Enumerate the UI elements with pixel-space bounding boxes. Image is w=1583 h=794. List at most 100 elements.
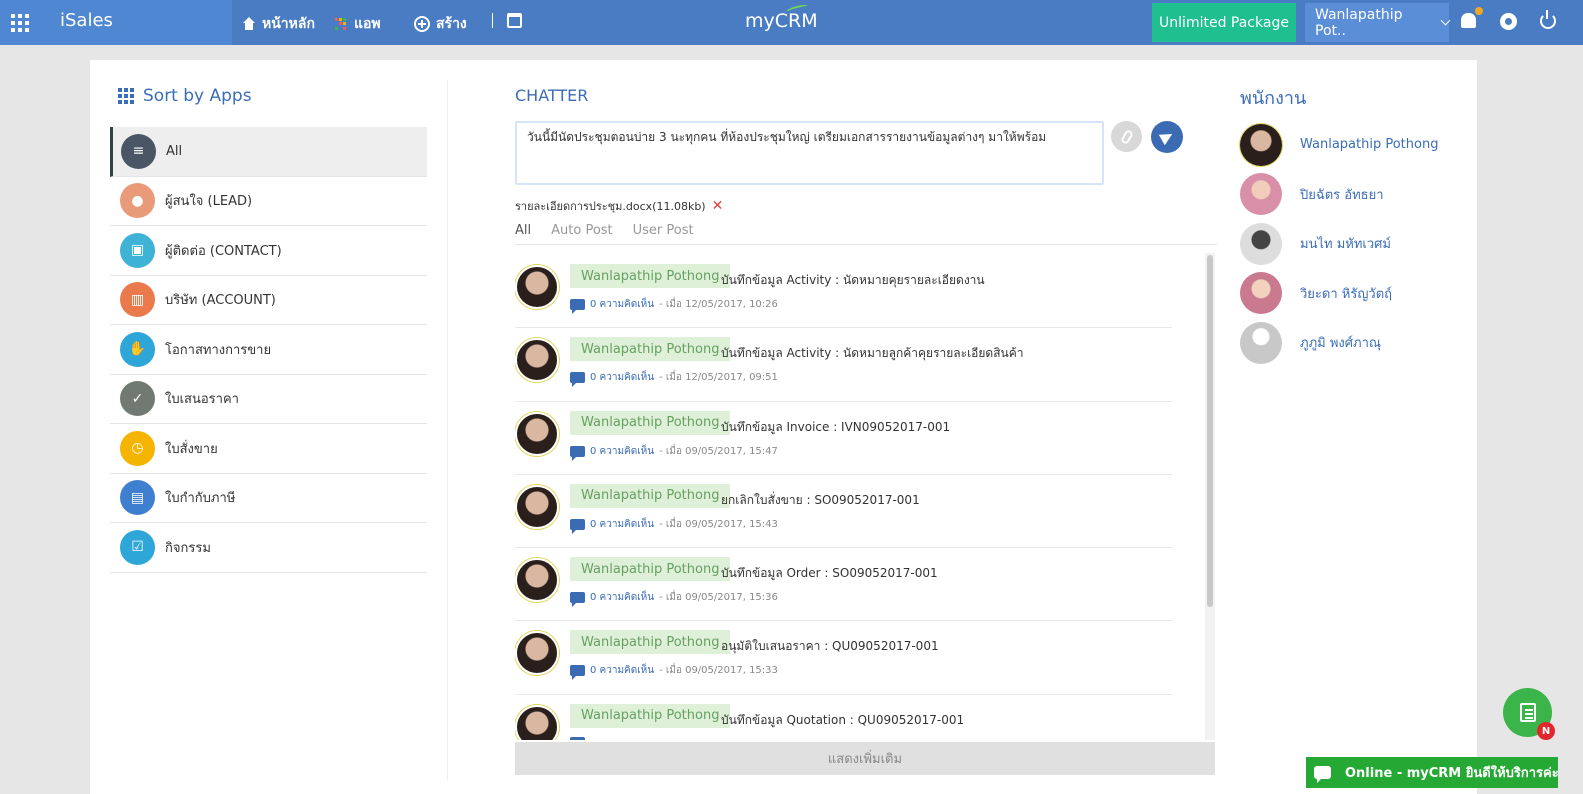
feed-text: บันทึกข้อมูล Order : SO09052017-001 xyxy=(721,566,938,581)
nav-create-label: สร้าง xyxy=(436,16,467,32)
building-icon: ▥ xyxy=(120,282,155,318)
notification-dot xyxy=(1475,7,1483,15)
author-tag[interactable]: Wanlapathip Pothong xyxy=(570,557,731,582)
invoice-icon: ▤ xyxy=(120,480,155,516)
staff-item[interactable]: ภูภูมิ พงศ์ภาณุ xyxy=(1240,318,1438,368)
attach-button[interactable] xyxy=(1111,121,1142,152)
attached-file-name: รายละเอียดการประชุม.docx(11.08kb) xyxy=(515,200,706,213)
send-button[interactable] xyxy=(1151,121,1183,153)
comment-icon xyxy=(570,665,585,681)
staff-item[interactable]: วิยะดา หิรัญวัตฤ์ xyxy=(1240,269,1438,319)
app-filter-label: ผู้สนใจ (LEAD) xyxy=(165,194,253,210)
author-tag[interactable]: Wanlapathip Pothong xyxy=(570,483,731,508)
online-chat-bar[interactable]: Online - myCRM ยินดีให้บริการค่ะ xyxy=(1306,757,1558,788)
calendar-icon xyxy=(507,13,522,28)
feed-meta: 0 ความคิดเห็น - เมื่อ 09/05/2017, 15:43 xyxy=(570,517,778,534)
feed-text: ยกเลิกใบสั่งขาย : SO09052017-001 xyxy=(721,492,920,507)
user-name: Wanlapathip Pot.. xyxy=(1315,6,1403,39)
chat-bubble-icon xyxy=(1314,766,1331,783)
app-filter-item[interactable]: ✋ โอกาสทางการขาย xyxy=(110,325,427,375)
feed-timestamp: - เมื่อ 12/05/2017, 09:51 xyxy=(659,372,778,384)
avatar[interactable] xyxy=(515,484,559,529)
attached-file: รายละเอียดการประชุม.docx(11.08kb) ✕ xyxy=(515,197,723,215)
staff-name: ปิยฉัตร อัทธยา xyxy=(1300,187,1384,203)
nav-home[interactable]: หน้าหลัก xyxy=(242,13,315,35)
scrollbar-thumb[interactable] xyxy=(1207,255,1213,607)
top-navbar: iSales หน้าหลัก แอพ สร้าง myCRM Unlimite… xyxy=(0,0,1583,45)
author-tag[interactable]: Wanlapathip Pothong xyxy=(570,337,731,362)
post-input[interactable]: วันนี้มีนัดประชุมตอนบ่าย 3 นะทุกคน ที่ห้… xyxy=(515,121,1104,185)
grid-icon xyxy=(118,88,134,104)
feed-item: Wanlapathip Pothong อนุมัติใบเสนอราคา : Q… xyxy=(515,621,1172,695)
nav-apps[interactable]: แอพ xyxy=(335,13,381,35)
sort-title-text: Sort by Apps xyxy=(143,86,252,106)
comment-count-link[interactable]: 0 ความคิดเห็น xyxy=(590,370,654,385)
chatter-title: CHATTER xyxy=(515,86,589,105)
feed-timestamp: - เมื่อ 09/05/2017, 15:33 xyxy=(659,665,778,677)
app-filter-label: บริษัท (ACCOUNT) xyxy=(165,293,276,309)
avatar[interactable] xyxy=(515,338,559,383)
sales-order-icon: ◷ xyxy=(120,430,155,466)
avatar xyxy=(1240,272,1282,315)
bell-icon[interactable] xyxy=(1461,13,1476,28)
app-filter-item[interactable]: ◷ ใบสั่งขาย xyxy=(110,424,427,474)
comment-count-link[interactable]: 0 ความคิดเห็น xyxy=(590,517,654,532)
feed-item: Wanlapathip Pothong บันทึกข้อมูล Activity… xyxy=(515,328,1172,402)
comment-count-link[interactable]: 0 ความคิดเห็น xyxy=(590,297,654,312)
comment-count-link[interactable]: 0 ความคิดเห็น xyxy=(590,444,654,459)
staff-item[interactable]: มนไท มหัทเวศม์ xyxy=(1240,219,1438,269)
app-filter-item[interactable]: ≡ All xyxy=(110,127,427,177)
nav-create[interactable]: สร้าง xyxy=(414,13,467,35)
author-tag[interactable]: Wanlapathip Pothong xyxy=(570,630,731,655)
remove-attachment-icon[interactable]: ✕ xyxy=(712,198,724,214)
unlimited-package-button[interactable]: Unlimited Package xyxy=(1152,3,1296,42)
feed-timestamp: - เมื่อ 09/05/2017, 15:43 xyxy=(659,518,778,530)
avatar[interactable] xyxy=(515,265,559,309)
avatar[interactable] xyxy=(515,704,559,740)
feed-meta: 0 ความคิดเห็น - เมื่อ 12/05/2017, 10:26 xyxy=(570,297,778,314)
brand-name[interactable]: iSales xyxy=(60,10,113,31)
avatar xyxy=(1240,173,1282,216)
nav-calendar[interactable] xyxy=(492,13,522,28)
staff-item[interactable]: ปิยฉัตร อัทธยา xyxy=(1240,170,1438,220)
app-filter-item[interactable]: ● ผู้สนใจ (LEAD) xyxy=(110,177,427,226)
app-filter-item[interactable]: ▣ ผู้ติดต่อ (CONTACT) xyxy=(110,226,427,276)
show-more-button[interactable]: แสดงเพิ่มเติม xyxy=(515,742,1215,775)
author-tag[interactable]: Wanlapathip Pothong xyxy=(570,703,731,728)
app-filter-item[interactable]: ✓ ใบเสนอราคา xyxy=(110,375,427,424)
feed-scrollbar[interactable] xyxy=(1205,253,1215,740)
avatar[interactable] xyxy=(515,631,559,676)
avatar[interactable] xyxy=(515,558,559,603)
comment-icon xyxy=(570,372,585,388)
lead-icon: ● xyxy=(120,183,155,219)
feed-meta: 0 ความคิดเห็น - เมื่อ 09/05/2017, 15:36 xyxy=(570,590,778,608)
tab-auto-post[interactable]: Auto Post xyxy=(551,223,613,244)
feed-meta: 0 ความคิดเห็น - เมื่อ 09/05/2017, 15:47 xyxy=(570,444,778,461)
gear-icon[interactable] xyxy=(1500,13,1517,30)
avatar xyxy=(1240,222,1282,265)
avatar[interactable] xyxy=(515,411,559,456)
app-filter-label: ใบสั่งขาย xyxy=(165,441,218,457)
sort-by-apps-heading: Sort by Apps xyxy=(118,86,252,106)
user-menu-button[interactable]: Wanlapathip Pot.. xyxy=(1305,3,1451,42)
author-tag[interactable]: Wanlapathip Pothong xyxy=(570,264,731,288)
comment-count-link[interactable]: 0 ความคิดเห็น xyxy=(590,663,654,678)
app-filter-label: ผู้ติดต่อ (CONTACT) xyxy=(165,243,282,259)
tab-user-post[interactable]: User Post xyxy=(633,223,694,244)
comment-icon xyxy=(570,299,585,314)
app-filter-list: ≡ All ● ผู้สนใจ (LEAD) ▣ ผู้ติดต่อ (CONTACT) ▥… xyxy=(110,127,427,573)
author-tag[interactable]: Wanlapathip Pothong xyxy=(570,410,731,435)
app-filter-item[interactable]: ☑ กิจกรรม xyxy=(110,523,427,573)
app-launcher-icon[interactable] xyxy=(11,14,29,32)
power-icon[interactable] xyxy=(1540,10,1556,29)
staff-name: Wanlapathip Pothong xyxy=(1300,137,1439,153)
comment-count-link[interactable]: 0 ความคิดเห็น xyxy=(590,590,654,605)
activity-icon: ☑ xyxy=(120,529,155,565)
tab-all[interactable]: All xyxy=(515,223,531,244)
staff-item[interactable]: Wanlapathip Pothong xyxy=(1240,120,1438,170)
app-filter-item[interactable]: ▥ บริษัท (ACCOUNT) xyxy=(110,276,427,325)
app-filter-item[interactable]: ▤ ใบกำกับภาษี xyxy=(110,474,427,523)
feed-text: บันทึกข้อมูล Activity : นัดหมายลูกค้าคุย… xyxy=(721,346,1024,361)
plus-circle-icon xyxy=(414,16,430,32)
staff-name: ภูภูมิ พงศ์ภาณุ xyxy=(1300,336,1381,352)
